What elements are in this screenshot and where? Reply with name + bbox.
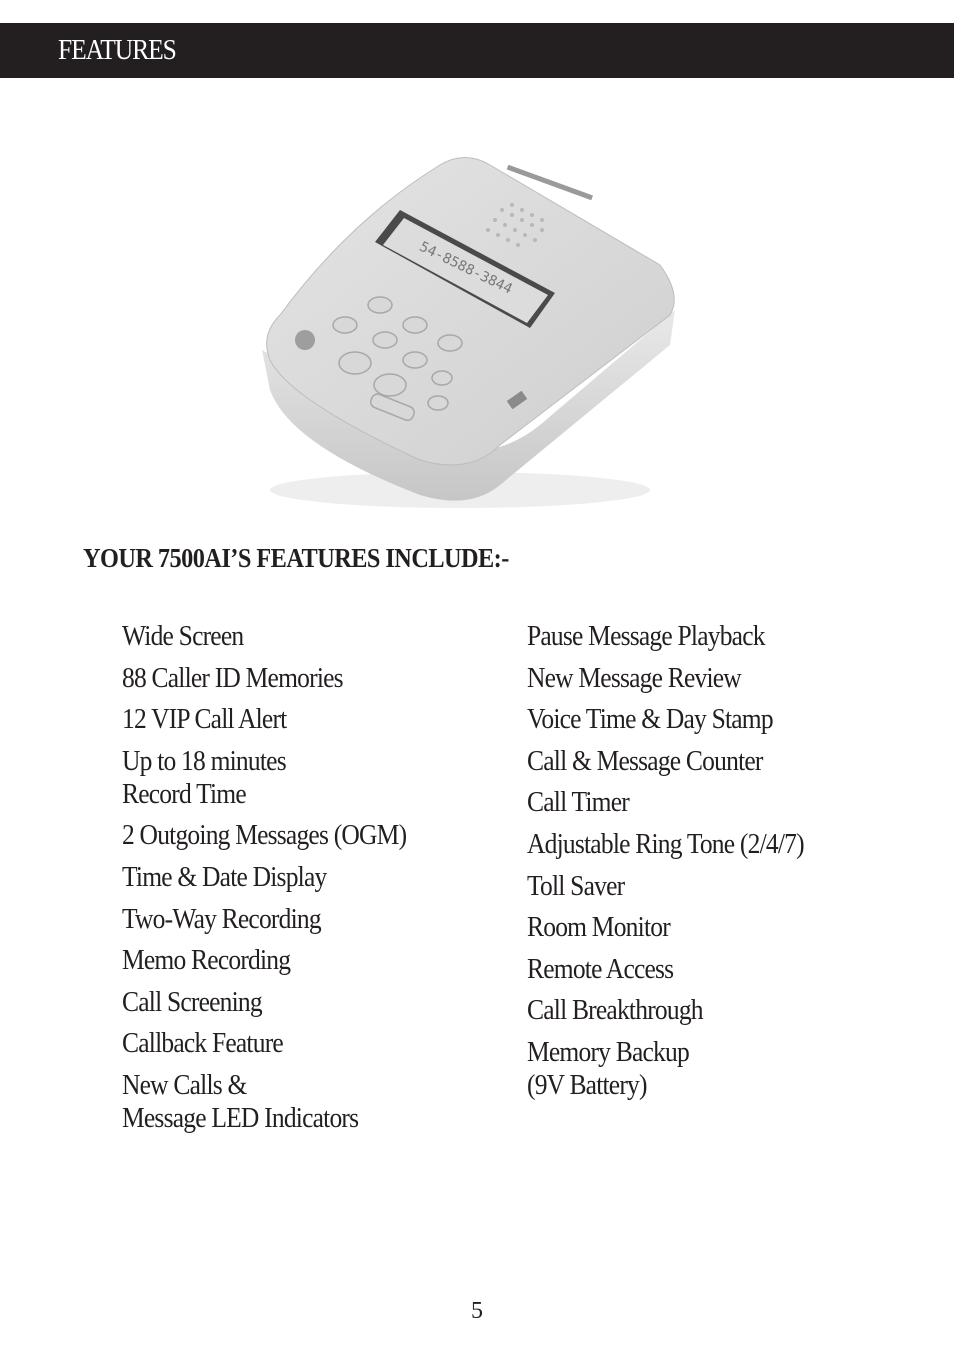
feature-item: Toll Saver [527,869,625,902]
page-number: 5 [471,1298,483,1324]
feature-item: 12 VIP Call Alert [122,703,287,736]
product-image: 54-8588-3844 [250,145,700,520]
feature-item: Memo Recording [122,944,291,977]
feature-item: Up to 18 minutes Record Time [122,744,287,810]
feature-item: Call & Message Counter [527,744,763,777]
features-list-left: Wide Screen 88 Caller ID Memories 12 VIP… [122,620,445,1144]
feature-item: Memory Backup (9V Battery) [527,1035,690,1101]
feature-item: Room Monitor [527,911,671,944]
feature-item: Call Breakthrough [527,994,704,1027]
feature-item: Adjustable Ring Tone (2/4/7) [527,827,805,860]
feature-item: 88 Caller ID Memories [122,661,344,694]
features-heading: YOUR 7500AI’S FEATURES INCLUDE:- [83,543,509,573]
feature-item: Voice Time & Day Stamp [527,703,774,736]
power-button-icon [295,330,315,350]
header-bar: FEATURES [0,23,954,78]
answering-machine-illustration: 54-8588-3844 [262,157,675,508]
feature-item: Time & Date Display [122,860,327,893]
feature-item: Pause Message Playback [527,620,766,652]
page-title: FEATURES [58,34,177,66]
feature-item: Remote Access [527,952,674,985]
feature-item: Wide Screen [122,620,244,652]
feature-item: New Message Review [527,661,742,694]
feature-item: Callback Feature [122,1027,284,1060]
features-list-right: Pause Message Playback New Message Revie… [527,620,842,1111]
feature-item: Two-Way Recording [122,902,322,935]
feature-item: 2 Outgoing Messages (OGM) [122,819,407,852]
feature-item: Call Screening [122,985,263,1018]
feature-item: Call Timer [527,786,630,819]
feature-item: New Calls & Message LED Indicators [122,1068,359,1134]
